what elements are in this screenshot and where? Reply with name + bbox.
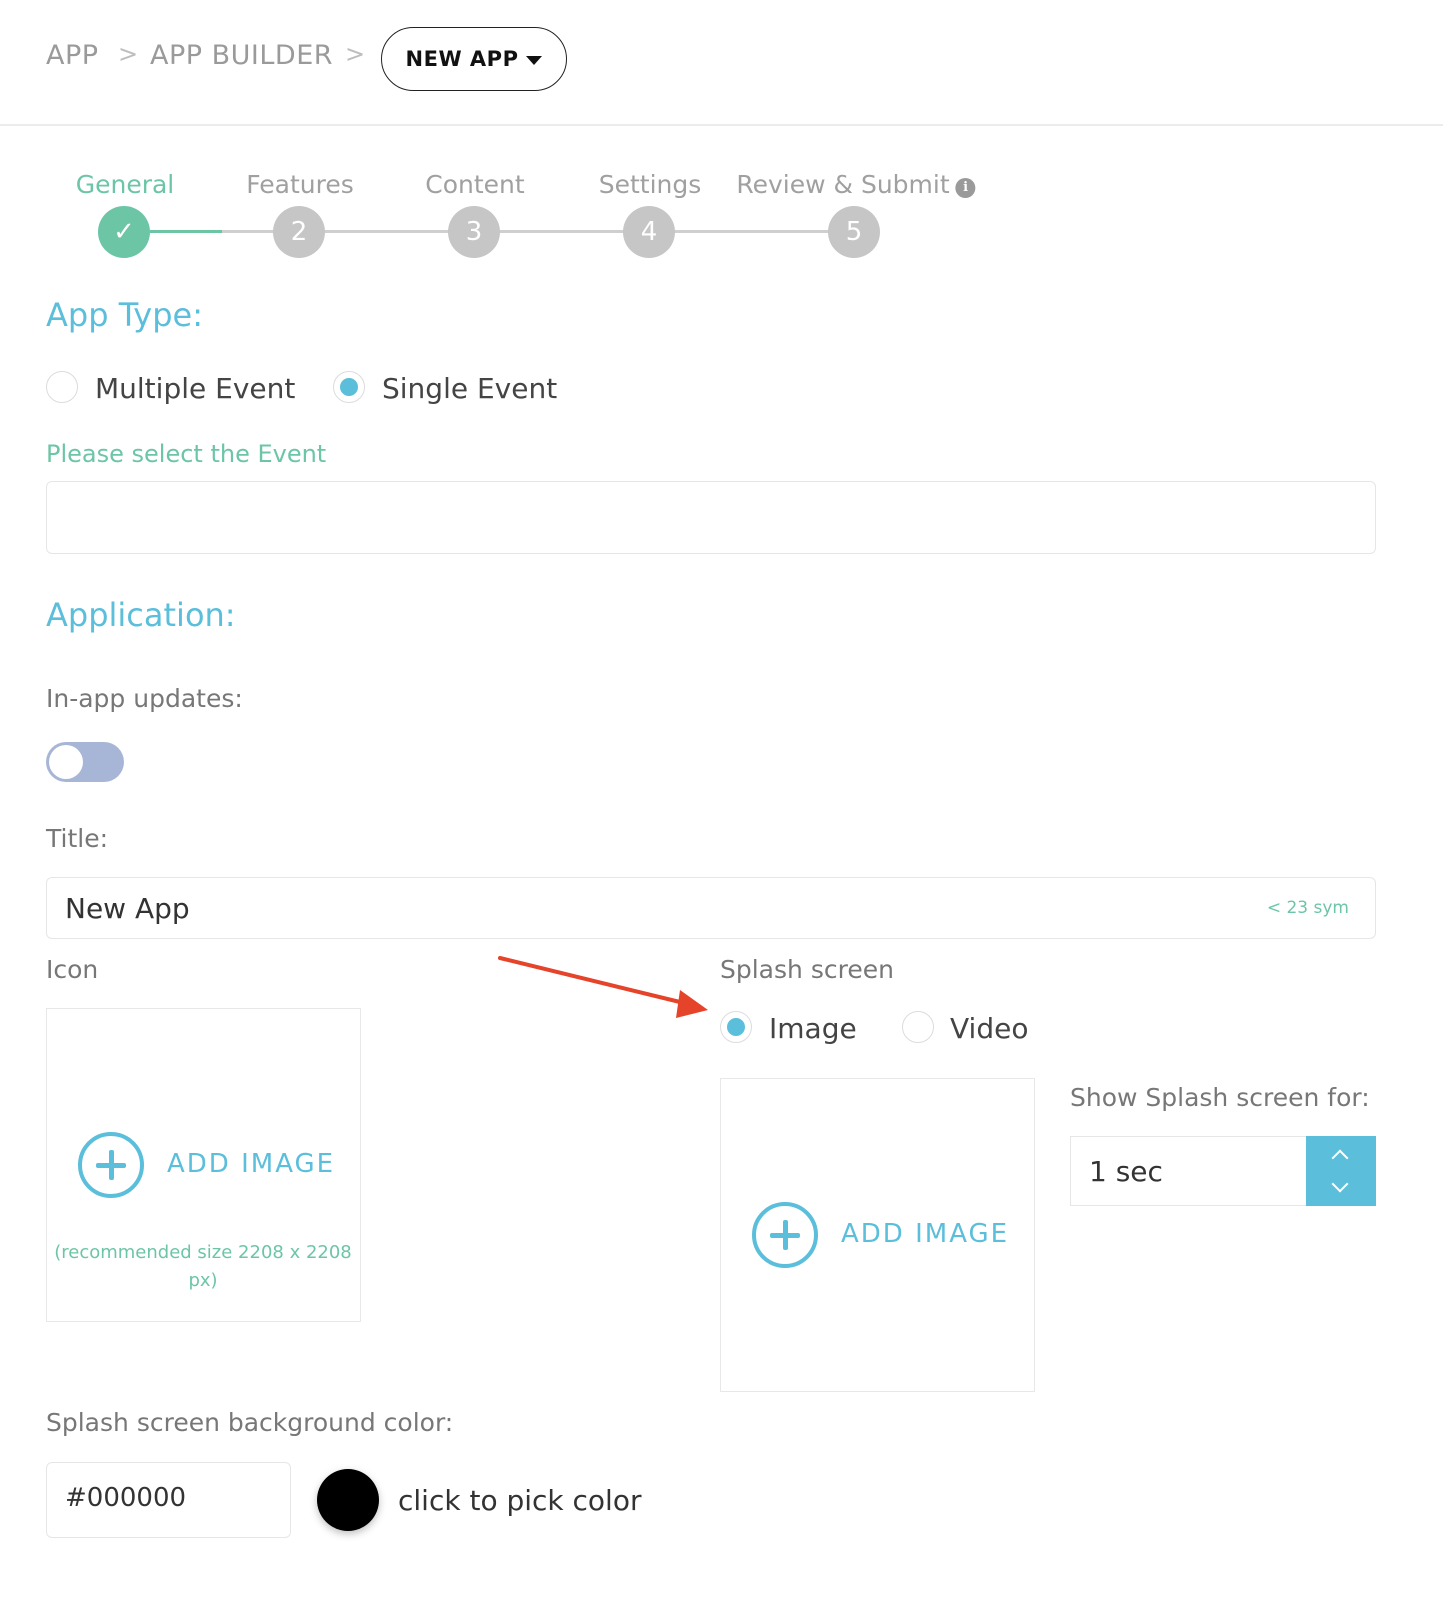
color-swatch[interactable] (317, 1469, 379, 1531)
event-select-field[interactable] (46, 481, 1376, 554)
radio-label-single-event[interactable]: Single Event (382, 372, 557, 405)
radio-splash-video[interactable] (902, 1011, 934, 1043)
icon-upload-box[interactable]: ADD IMAGE (recommended size 2208 x 2208 … (46, 1008, 361, 1322)
splash-duration-stepper[interactable] (1306, 1136, 1376, 1206)
splash-add-image-label[interactable]: ADD IMAGE (841, 1219, 1009, 1249)
bg-color-input[interactable]: #000000 (46, 1462, 291, 1538)
caret-down-icon (526, 55, 543, 65)
in-app-updates-label: In-app updates: (46, 684, 243, 713)
step-label-settings[interactable]: Settings (599, 170, 702, 199)
step-circle-general[interactable]: ✓ (98, 206, 150, 258)
radio-label-splash-image[interactable]: Image (769, 1012, 857, 1045)
chevron-up-icon[interactable] (1331, 1149, 1349, 1167)
app-selector-label: NEW APP (405, 47, 519, 71)
title-input[interactable]: New App < 23 sym (46, 877, 1376, 939)
step-circle-content[interactable]: 3 (448, 206, 500, 258)
title-input-value: New App (65, 892, 190, 925)
step-circle-review[interactable]: 5 (828, 206, 880, 258)
icon-label: Icon (46, 955, 99, 984)
step-circle-features[interactable]: 2 (273, 206, 325, 258)
info-icon[interactable]: i (955, 177, 976, 198)
event-select-label: Please select the Event (46, 440, 327, 468)
breadcrumb-separator: > (118, 40, 139, 68)
radio-splash-image[interactable] (720, 1011, 752, 1043)
add-circle-icon[interactable] (752, 1202, 818, 1268)
application-title: Application: (46, 596, 236, 634)
radio-label-splash-video[interactable]: Video (950, 1012, 1028, 1045)
icon-size-recommendation: (recommended size 2208 x 2208 px) (54, 1242, 352, 1291)
add-circle-icon[interactable] (78, 1132, 144, 1198)
show-splash-label: Show Splash screen for: (1070, 1083, 1370, 1112)
step-label-content[interactable]: Content (425, 170, 524, 199)
radio-single-event[interactable] (333, 371, 365, 403)
step-circle-settings[interactable]: 4 (623, 206, 675, 258)
in-app-updates-toggle[interactable] (46, 742, 124, 782)
step-connector-done (150, 230, 222, 233)
title-char-limit: < 23 sym (1266, 898, 1349, 918)
splash-duration-input[interactable]: 1 sec (1070, 1136, 1310, 1206)
radio-label-multiple-event[interactable]: Multiple Event (95, 372, 295, 405)
bg-color-value: #000000 (65, 1483, 187, 1513)
splash-duration-value: 1 sec (1089, 1155, 1163, 1188)
step-label-features[interactable]: Features (246, 170, 354, 199)
icon-add-image-label[interactable]: ADD IMAGE (167, 1149, 335, 1179)
radio-multiple-event[interactable] (46, 371, 78, 403)
splash-screen-label: Splash screen (720, 955, 894, 984)
app-type-title: App Type: (46, 296, 203, 334)
breadcrumb-separator: > (345, 40, 366, 68)
breadcrumb-app-builder[interactable]: APP BUILDER (150, 40, 333, 71)
pick-color-link[interactable]: click to pick color (398, 1484, 641, 1517)
app-selector-dropdown[interactable]: NEW APP (381, 27, 567, 91)
step-label-review-submit[interactable]: Review & Submit i (736, 170, 976, 199)
bg-color-label: Splash screen background color: (46, 1408, 454, 1437)
breadcrumb-app[interactable]: APP (46, 40, 99, 71)
check-icon: ✓ (113, 217, 135, 247)
top-bar: APP > APP BUILDER > NEW APP (0, 0, 1443, 126)
chevron-down-icon[interactable] (1331, 1175, 1349, 1193)
title-label: Title: (46, 824, 108, 853)
step-label-general[interactable]: General (76, 170, 175, 199)
splash-upload-box[interactable]: ADD IMAGE (720, 1078, 1035, 1392)
toggle-knob (49, 745, 83, 779)
step-label-review-text: Review & Submit (736, 170, 950, 199)
